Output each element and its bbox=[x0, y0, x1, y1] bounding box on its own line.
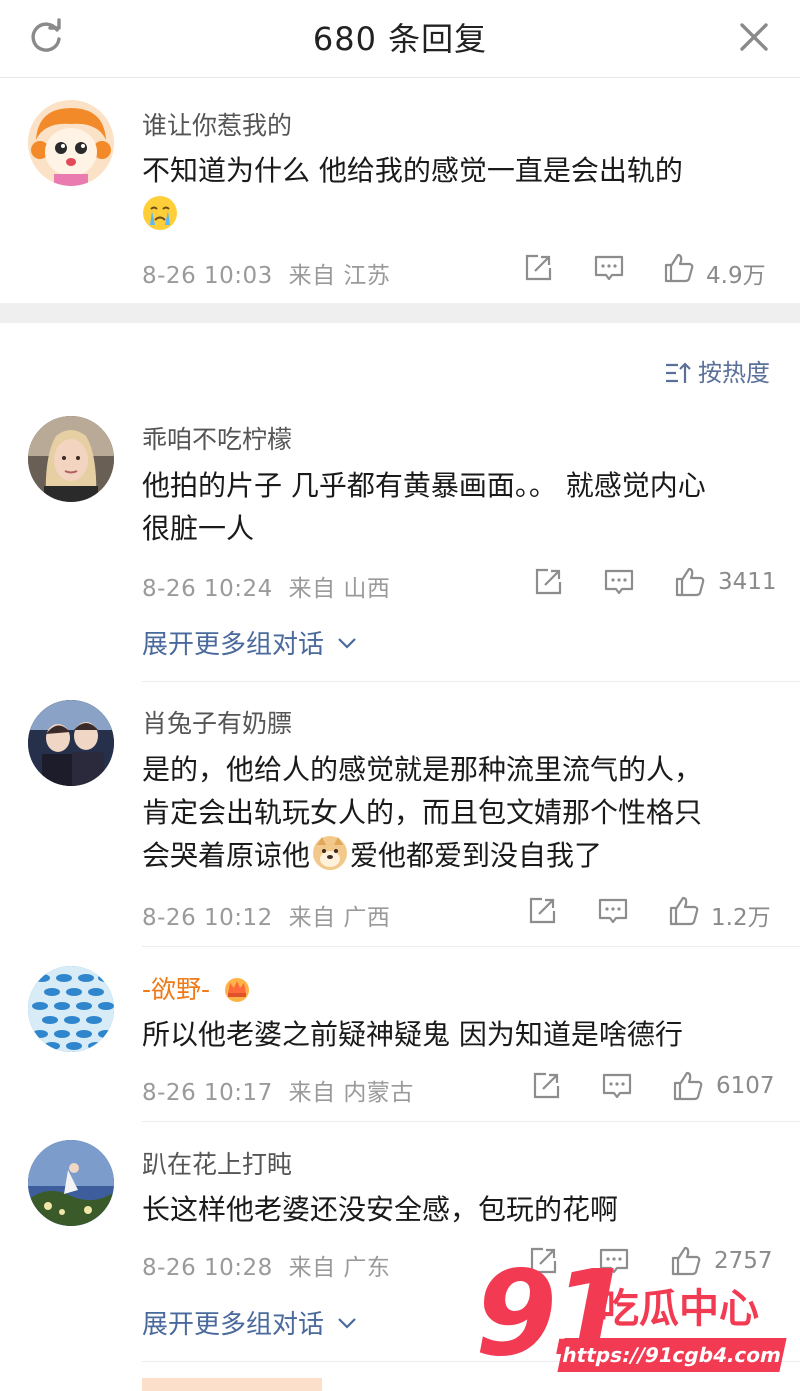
sort-toggle[interactable]: 按热度 bbox=[664, 353, 770, 388]
comment-text: 是的，他给人的感觉就是那种流里流气的人， 肯定会出轨玩女人的，而且包文婧那个性格… bbox=[142, 753, 703, 872]
crying-emoji bbox=[143, 196, 177, 230]
doge-emoji bbox=[313, 836, 348, 870]
comment-icon[interactable] bbox=[601, 1070, 633, 1102]
comment-text: 不知道为什么 他给我的感觉一直是会出轨的 bbox=[142, 149, 772, 237]
avatar[interactable] bbox=[28, 966, 114, 1052]
comment-location: 来自 内蒙古 bbox=[288, 1080, 414, 1106]
sort-icon bbox=[666, 362, 691, 383]
repost-icon[interactable] bbox=[522, 252, 554, 284]
expand-conversation-link[interactable]: 展开更多组对话 bbox=[142, 624, 358, 661]
comment-time: 8-26 10:12 bbox=[142, 905, 273, 931]
like-icon[interactable] bbox=[672, 1070, 704, 1102]
crown-badge-icon bbox=[225, 978, 249, 1002]
section-divider bbox=[0, 303, 800, 323]
comment-icon[interactable] bbox=[603, 566, 635, 598]
comment-meta: 8-26 10:24 来自 山西 bbox=[142, 569, 390, 603]
site-watermark: 91 吃瓜中心 https://91cgb4.com bbox=[475, 1244, 800, 1382]
comment-location: 来自 广西 bbox=[288, 905, 391, 931]
like-count: 1.2万 bbox=[711, 905, 771, 931]
like-count: 4.9万 bbox=[706, 263, 766, 289]
like-icon[interactable] bbox=[674, 566, 706, 598]
username[interactable]: 乖咱不吃柠檬 bbox=[142, 420, 292, 456]
comment-time: 8-26 10:17 bbox=[142, 1080, 273, 1106]
comment-icon[interactable] bbox=[593, 252, 625, 284]
username[interactable]: 趴在花上打盹 bbox=[142, 1145, 292, 1181]
avatar[interactable] bbox=[28, 700, 114, 786]
comment-meta: 8-26 10:03 来自 江苏 bbox=[142, 256, 390, 290]
comment-meta: 8-26 10:12 来自 广西 bbox=[142, 898, 390, 932]
avatar[interactable] bbox=[28, 416, 114, 502]
username[interactable]: 肖兔子有奶膘 bbox=[142, 704, 292, 740]
comment-text: 所以他老婆之前疑神疑鬼 因为知道是啥德行 bbox=[142, 1018, 683, 1051]
repost-icon[interactable] bbox=[530, 1070, 562, 1102]
repost-icon[interactable] bbox=[526, 895, 558, 927]
watermark-url: https://91cgb4.com bbox=[557, 1338, 787, 1372]
next-reply-peek bbox=[142, 1378, 322, 1391]
sort-label: 按热度 bbox=[698, 359, 770, 387]
comment-meta: 8-26 10:17 来自 内蒙古 bbox=[142, 1073, 414, 1107]
avatar[interactable] bbox=[28, 1140, 114, 1226]
comment-time: 8-26 10:24 bbox=[142, 576, 273, 602]
username[interactable]: -欲野- bbox=[142, 970, 252, 1006]
chevron-down-icon bbox=[338, 1318, 357, 1329]
comment-location: 来自 广东 bbox=[288, 1255, 391, 1281]
avatar[interactable] bbox=[28, 100, 114, 186]
expand-conversation-link[interactable]: 展开更多组对话 bbox=[142, 1304, 358, 1341]
comment-time: 8-26 10:28 bbox=[142, 1255, 273, 1281]
comment-location: 来自 江苏 bbox=[288, 263, 391, 289]
comment-location: 来自 山西 bbox=[288, 576, 391, 602]
reply-header: 680 条回复 bbox=[0, 0, 800, 78]
like-count: 3411 bbox=[718, 569, 777, 595]
divider bbox=[142, 946, 800, 947]
reply-count-title: 680 条回复 bbox=[312, 20, 488, 58]
close-icon[interactable] bbox=[734, 17, 774, 57]
comment-time: 8-26 10:03 bbox=[142, 263, 273, 289]
like-icon[interactable] bbox=[668, 895, 700, 927]
divider bbox=[142, 1121, 800, 1122]
comment-icon[interactable] bbox=[597, 895, 629, 927]
comment-text: 他拍的片子 几乎都有黄暴画面。。 就感觉内心 很脏一人 bbox=[142, 469, 706, 545]
comment-text: 长这样他老婆还没安全感，包玩的花啊 bbox=[142, 1193, 619, 1226]
username[interactable]: 谁让你惹我的 bbox=[142, 106, 292, 142]
chevron-down-icon bbox=[338, 638, 357, 649]
like-icon[interactable] bbox=[663, 252, 695, 284]
comment-meta: 8-26 10:28 来自 广东 bbox=[142, 1248, 390, 1282]
divider bbox=[142, 681, 800, 682]
repost-icon[interactable] bbox=[532, 566, 564, 598]
watermark-name: 吃瓜中心 bbox=[599, 1286, 759, 1332]
like-count: 6107 bbox=[716, 1073, 775, 1099]
